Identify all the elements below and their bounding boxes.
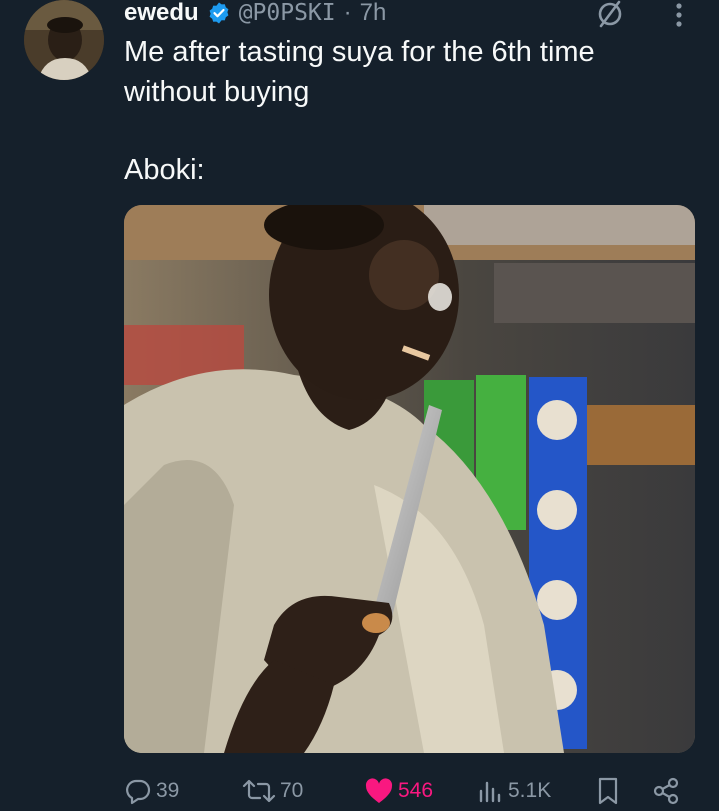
tweet-text-spacer (124, 112, 684, 150)
heart-filled-icon (365, 778, 393, 803)
share-icon (653, 777, 679, 805)
like-count: 546 (398, 779, 434, 802)
author-display-name[interactable]: ewedu (124, 0, 199, 27)
verified-badge-icon[interactable] (207, 1, 231, 25)
tweet-timestamp[interactable]: 7h (360, 0, 387, 27)
view-count: 5.1K (508, 779, 552, 802)
tweet-text: Me after tasting suya for the 6th time w… (124, 32, 684, 190)
bookmark-button[interactable] (594, 774, 622, 808)
retweet-count: 70 (280, 779, 304, 802)
author-handle[interactable]: @P0PSKI (239, 0, 336, 26)
like-button[interactable]: 546 (364, 774, 433, 808)
tweet-text-line: Me after tasting suya for the 6th time (124, 36, 595, 68)
share-button[interactable] (651, 774, 681, 808)
tweet[interactable]: ewedu @P0PSKI · 7h Me after tasting suya… (0, 0, 719, 811)
header-separator: · (343, 0, 352, 26)
author-avatar[interactable] (24, 0, 104, 80)
reply-icon (126, 779, 151, 805)
views-button[interactable]: 5.1K (476, 774, 551, 808)
tweet-media-photo[interactable] (124, 205, 695, 753)
tweet-text-line: without buying (124, 76, 310, 108)
photo-vendor-with-knife (124, 205, 695, 753)
retweet-icon (242, 779, 276, 803)
tweet-action-bar: 39 70 546 5.1K (124, 774, 695, 808)
more-vertical-icon[interactable] (669, 0, 689, 32)
reply-count: 39 (156, 779, 180, 802)
tweet-header: ewedu @P0PSKI · 7h (124, 0, 386, 30)
bookmark-icon (598, 777, 618, 805)
reply-button[interactable]: 39 (124, 774, 179, 808)
tweet-text-line: Aboki: (124, 154, 205, 186)
avatar-image (24, 0, 104, 80)
retweet-button[interactable]: 70 (242, 774, 303, 808)
grok-icon[interactable] (594, 0, 626, 28)
analytics-icon (479, 781, 501, 803)
